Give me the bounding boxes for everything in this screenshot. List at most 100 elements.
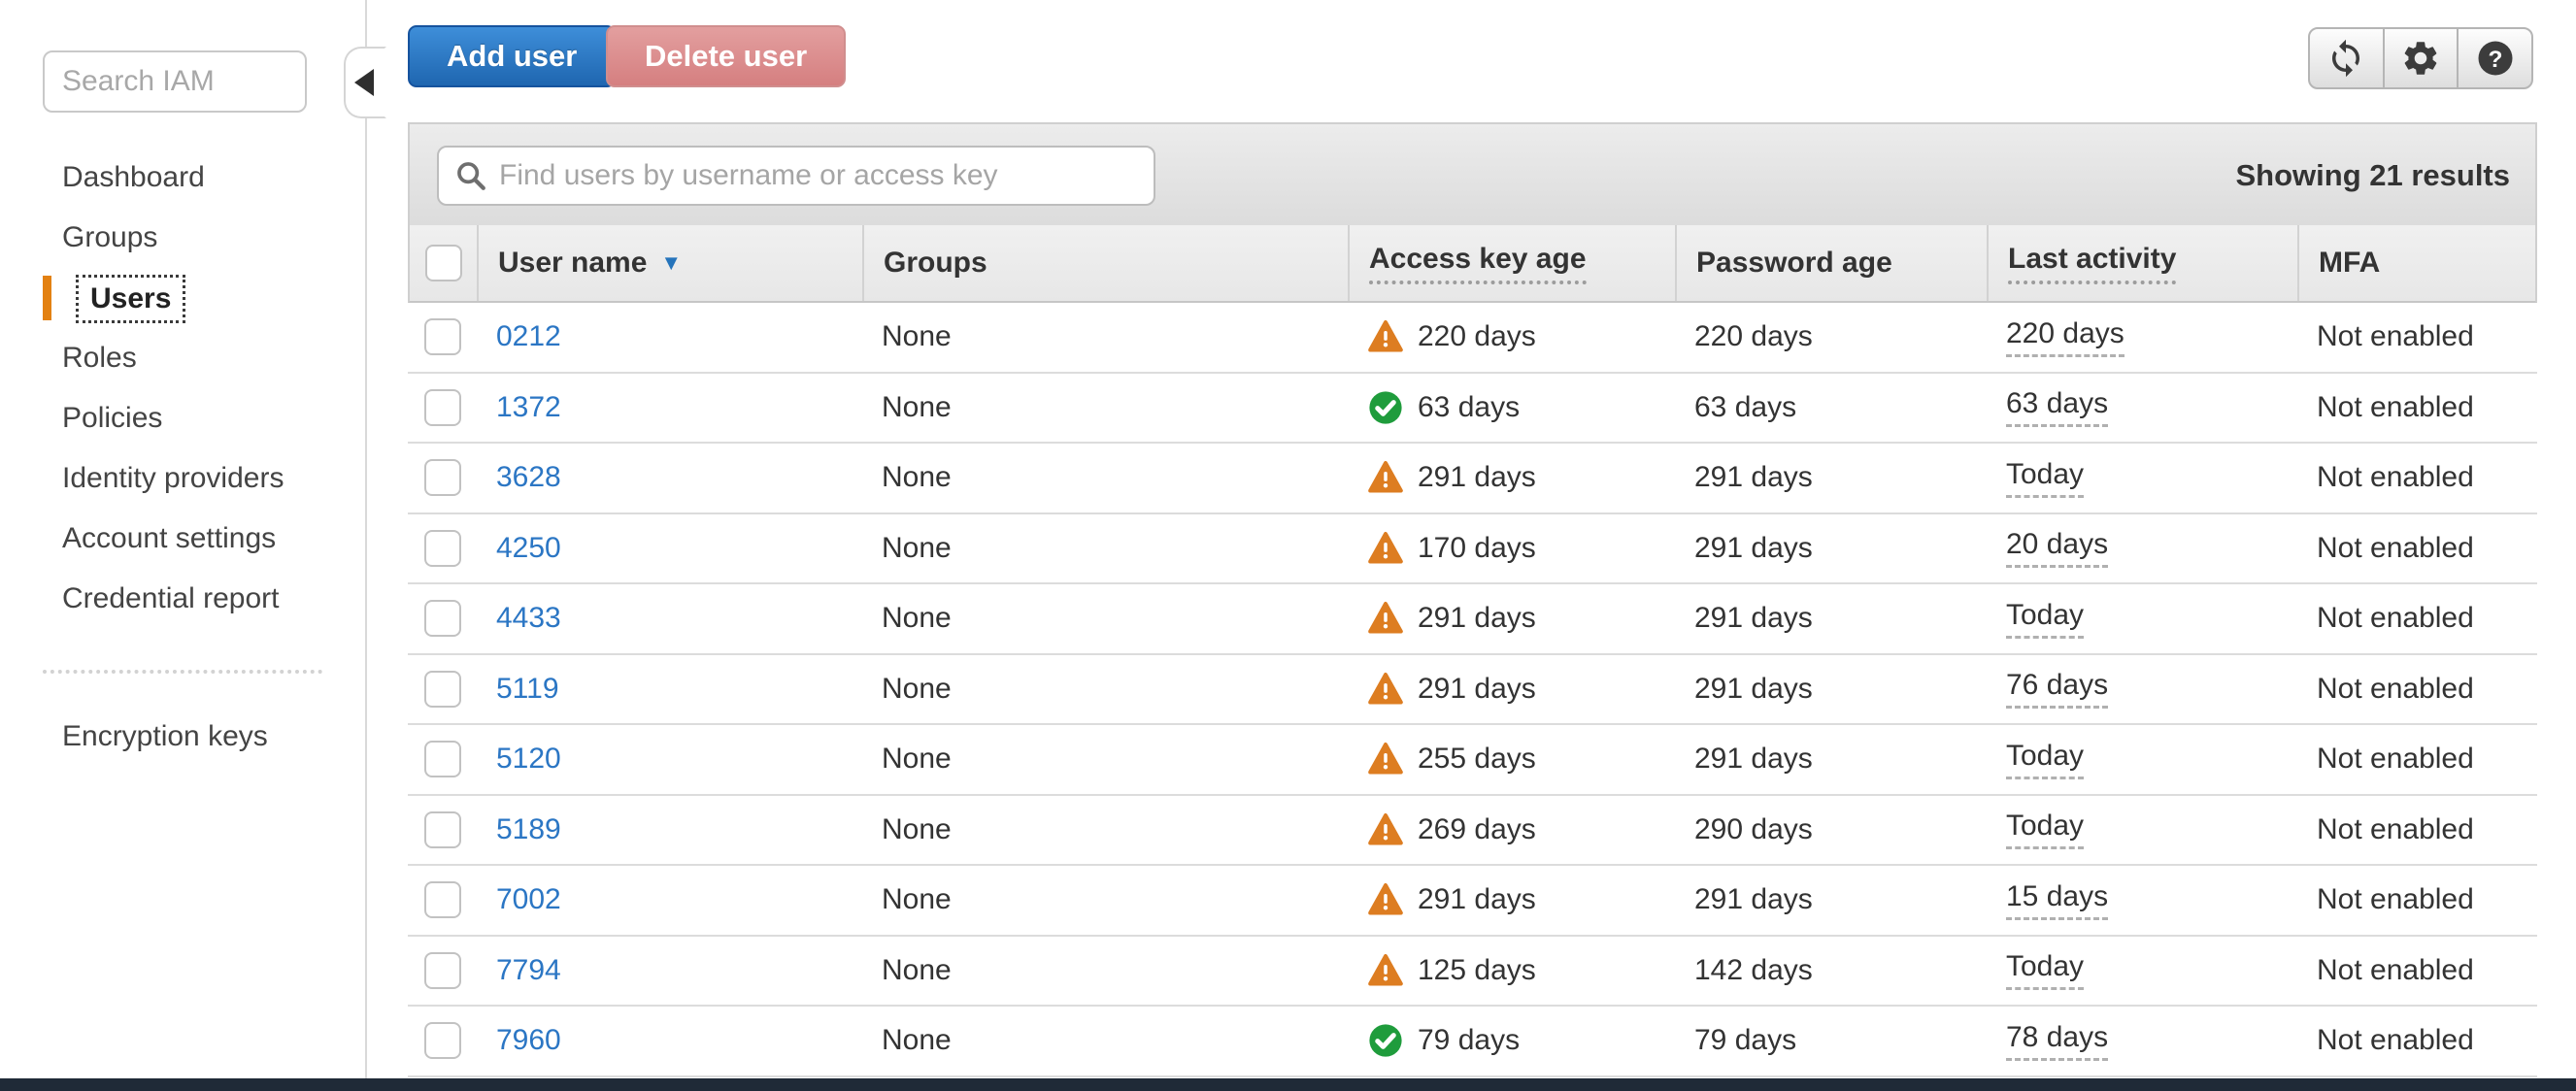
mfa-cell: Not enabled [2317,672,2474,705]
row-checkbox[interactable] [423,881,461,919]
col-groups[interactable]: Groups [864,225,1350,301]
sidebar-item-encryption-keys[interactable]: Encryption keys [0,707,365,767]
toolbar-icon-group: ? [2308,27,2533,89]
sidebar-item-users[interactable]: Users [0,268,365,328]
refresh-button[interactable] [2310,29,2383,87]
sidebar-item-policies[interactable]: Policies [0,388,365,448]
row-checkbox[interactable] [423,600,461,638]
access-key-age-cell: 63 days [1348,374,1675,443]
table-body: 0212 None 220 days 220 days 220 days Not… [408,303,2537,1077]
sidebar-item-roles[interactable]: Roles [0,328,365,388]
table-row: 5120 None 255 days 291 days Today Not en… [408,725,2537,796]
add-user-button[interactable]: Add user [408,25,617,87]
user-name-cell: 4433 [477,584,862,653]
row-checkbox[interactable] [423,529,461,567]
select-all-checkbox[interactable] [424,245,462,281]
user-name-link[interactable]: 5189 [496,813,561,846]
password-age-cell: 291 days [1694,531,1813,564]
row-checkbox[interactable] [423,459,461,497]
find-users-input[interactable] [497,149,1154,203]
warning-icon [1368,672,1403,705]
mfa-cell: Not enabled [2317,320,2474,353]
row-checkbox[interactable] [423,318,461,356]
row-checkbox[interactable] [423,741,461,778]
results-count: Showing 21 results [2235,158,2510,192]
groups-cell: None [882,531,952,564]
last-activity-text: Today [2006,810,2085,850]
table-row: 7002 None 291 days 291 days 15 days Not … [408,866,2537,937]
filter-bar: Showing 21 results [408,122,2537,225]
last-activity-text: Today [2006,740,2085,779]
row-checkbox[interactable] [423,1022,461,1060]
access-key-age-cell: 79 days [1348,1007,1675,1075]
sidebar-item-label: Account settings [62,522,277,554]
access-key-age-text: 170 days [1418,531,1536,564]
password-age-cell: 291 days [1694,672,1813,705]
user-name-link[interactable]: 7002 [496,883,561,916]
access-key-age-text: 63 days [1418,390,1521,423]
delete-user-button[interactable]: Delete user [606,25,847,87]
table-row: 7960 None 79 days 79 days 78 days Not en… [408,1007,2537,1077]
table-row: 4250 None 170 days 291 days 20 days Not … [408,513,2537,584]
col-mfa[interactable]: MFA [2299,225,2539,301]
last-activity-text: 20 days [2006,528,2109,569]
last-activity-cell: 20 days [1987,514,2297,583]
mfa-cell: Not enabled [2317,953,2474,986]
access-key-age-text: 79 days [1418,1024,1521,1057]
user-name-link[interactable]: 3628 [496,461,561,494]
svg-text:?: ? [2488,47,2502,73]
help-button[interactable]: ? [2457,29,2531,87]
sidebar-item-credential-report[interactable]: Credential report [0,569,365,629]
password-age-cell: 290 days [1694,812,1813,845]
row-checkbox[interactable] [423,810,461,848]
mfa-cell: Not enabled [2317,602,2474,635]
sidebar-item-dashboard[interactable]: Dashboard [0,148,365,208]
warning-icon [1368,812,1403,845]
mfa-cell: Not enabled [2317,1024,2474,1057]
sidebar-item-identity-providers[interactable]: Identity providers [0,448,365,509]
col-label: Last activity [2008,243,2177,284]
row-checkbox[interactable] [423,951,461,989]
find-users-box[interactable] [437,146,1155,206]
password-age-cell: 142 days [1694,953,1813,986]
selection-bar [43,276,51,320]
user-name-link[interactable]: 0212 [496,320,561,353]
last-activity-cell: 76 days [1987,655,2297,724]
warning-icon [1368,461,1403,493]
row-select-cell [408,584,477,653]
col-last-activity[interactable]: Last activity [1989,225,2299,301]
access-key-age-text: 220 days [1418,320,1536,353]
sidebar-item-groups[interactable]: Groups [0,208,365,268]
last-activity-cell: 63 days [1987,374,2297,443]
console-footer-bar [0,1078,2576,1091]
groups-cell: None [882,672,952,705]
warning-icon [1368,320,1403,352]
row-checkbox[interactable] [423,388,461,426]
last-activity-cell: 220 days [1987,303,2297,372]
col-access-key-age[interactable]: Access key age [1350,225,1677,301]
search-iam-input[interactable] [43,50,307,113]
search-icon [457,162,485,190]
user-name-link[interactable]: 5119 [496,673,559,706]
groups-cell: None [882,812,952,845]
sidebar-item-label: Users [76,275,186,324]
user-name-link[interactable]: 7794 [496,954,561,987]
user-name-link[interactable]: 4433 [496,602,561,635]
last-activity-text: 15 days [2006,880,2109,920]
settings-button[interactable] [2382,29,2458,87]
row-checkbox[interactable] [423,670,461,708]
user-name-link[interactable]: 4250 [496,532,561,565]
sidebar-collapse-button[interactable] [344,47,386,118]
mfa-cell: Not enabled [2317,461,2474,494]
sidebar-item-account-settings[interactable]: Account settings [0,509,365,569]
groups-cell: None [882,461,952,494]
col-user-name[interactable]: User name ▼ [479,225,864,301]
collapse-left-icon [354,69,374,96]
user-name-link[interactable]: 5120 [496,743,561,776]
row-select-cell [408,444,477,512]
col-password-age[interactable]: Password age [1677,225,1989,301]
user-name-link[interactable]: 1372 [496,391,561,424]
last-activity-text: Today [2006,950,2085,991]
mfa-cell: Not enabled [2317,743,2474,776]
user-name-link[interactable]: 7960 [496,1024,561,1057]
